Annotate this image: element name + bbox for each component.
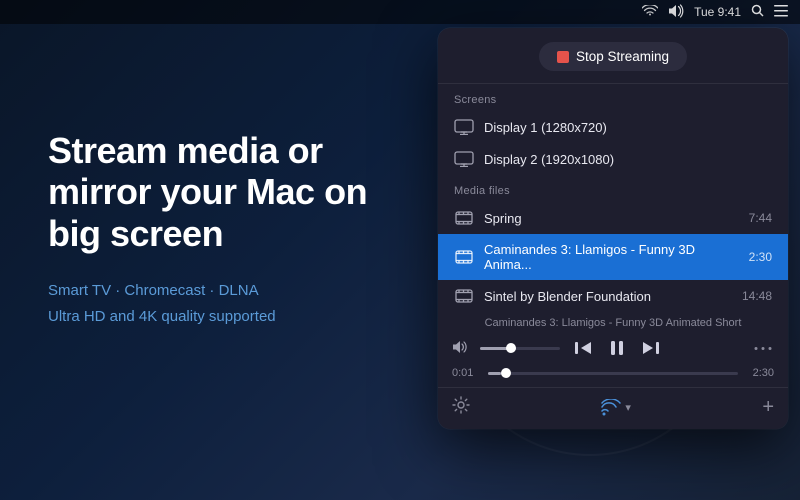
features-line1: Smart TV · Chromecast · DLNA [48, 278, 388, 304]
progress-bar[interactable] [488, 372, 738, 375]
stop-streaming-label: Stop Streaming [576, 49, 669, 64]
progress-row: 0:01 2:30 [438, 365, 788, 387]
menubar-search-icon [751, 4, 764, 20]
stop-dot-icon [557, 51, 569, 63]
menubar-wifi-icon [642, 5, 658, 20]
spring-duration: 7:44 [749, 211, 772, 225]
volume-slider[interactable] [480, 347, 560, 350]
time-current: 0:01 [452, 367, 480, 379]
film-icon-caminandes [454, 249, 474, 265]
media-item-caminandes[interactable]: Caminandes 3: Llamigos - Funny 3D Anima.… [438, 234, 788, 280]
progress-thumb [501, 368, 511, 378]
media-item-sintel[interactable]: Sintel by Blender Foundation 14:48 [438, 280, 788, 312]
volume-thumb [506, 343, 516, 353]
progress-fill [488, 372, 501, 375]
media-item-spring[interactable]: Spring 7:44 [438, 202, 788, 234]
menubar-menu-icon [774, 5, 788, 20]
now-playing-label: Caminandes 3: Llamigos - Funny 3D Animat… [438, 312, 788, 333]
pause-button[interactable] [606, 337, 628, 359]
display-1-item[interactable]: Display 1 (1280x720) [438, 111, 788, 143]
display-2-label: Display 2 (1920x1080) [484, 152, 772, 167]
add-media-button[interactable]: + [762, 396, 774, 419]
time-total: 2:30 [746, 367, 774, 379]
cast-dropdown-arrow: ▾ [625, 401, 631, 414]
monitor-icon [454, 119, 474, 135]
playback-controls [438, 333, 788, 365]
display-1-label: Display 1 (1280x720) [484, 120, 772, 135]
settings-button[interactable] [452, 396, 470, 419]
spring-label: Spring [484, 211, 739, 226]
volume-icon [452, 340, 468, 357]
media-section-label: Media files [438, 175, 788, 202]
left-content-area: Stream media or mirror your Mac on big s… [48, 130, 388, 329]
film-icon-sintel [454, 288, 474, 304]
stop-streaming-button[interactable]: Stop Streaming [539, 42, 687, 71]
sintel-duration: 14:48 [742, 289, 772, 303]
menu-bar: Tue 9:41 [0, 0, 800, 24]
more-options-button[interactable] [752, 344, 774, 353]
sub-features: Smart TV · Chromecast · DLNA Ultra HD an… [48, 278, 388, 329]
menubar-time: Tue 9:41 [694, 5, 741, 19]
screens-section-label: Screens [438, 84, 788, 111]
caminandes-label: Caminandes 3: Llamigos - Funny 3D Anima.… [484, 242, 739, 272]
skip-back-button[interactable] [572, 338, 594, 358]
skip-forward-button[interactable] [640, 338, 662, 358]
features-line2: Ultra HD and 4K quality supported [48, 304, 388, 330]
cast-button[interactable]: ▾ [601, 399, 631, 417]
film-icon-spring [454, 210, 474, 226]
display-2-item[interactable]: Display 2 (1920x1080) [438, 143, 788, 175]
monitor-icon-2 [454, 151, 474, 167]
popup-panel: Stop Streaming Screens Display 1 (1280x7… [438, 28, 788, 429]
menubar-volume-icon [668, 4, 684, 21]
stop-streaming-bar: Stop Streaming [438, 28, 788, 84]
sintel-label: Sintel by Blender Foundation [484, 289, 732, 304]
main-headline: Stream media or mirror your Mac on big s… [48, 130, 388, 254]
bottom-toolbar: ▾ + [438, 387, 788, 429]
caminandes-duration: 2:30 [749, 250, 772, 264]
